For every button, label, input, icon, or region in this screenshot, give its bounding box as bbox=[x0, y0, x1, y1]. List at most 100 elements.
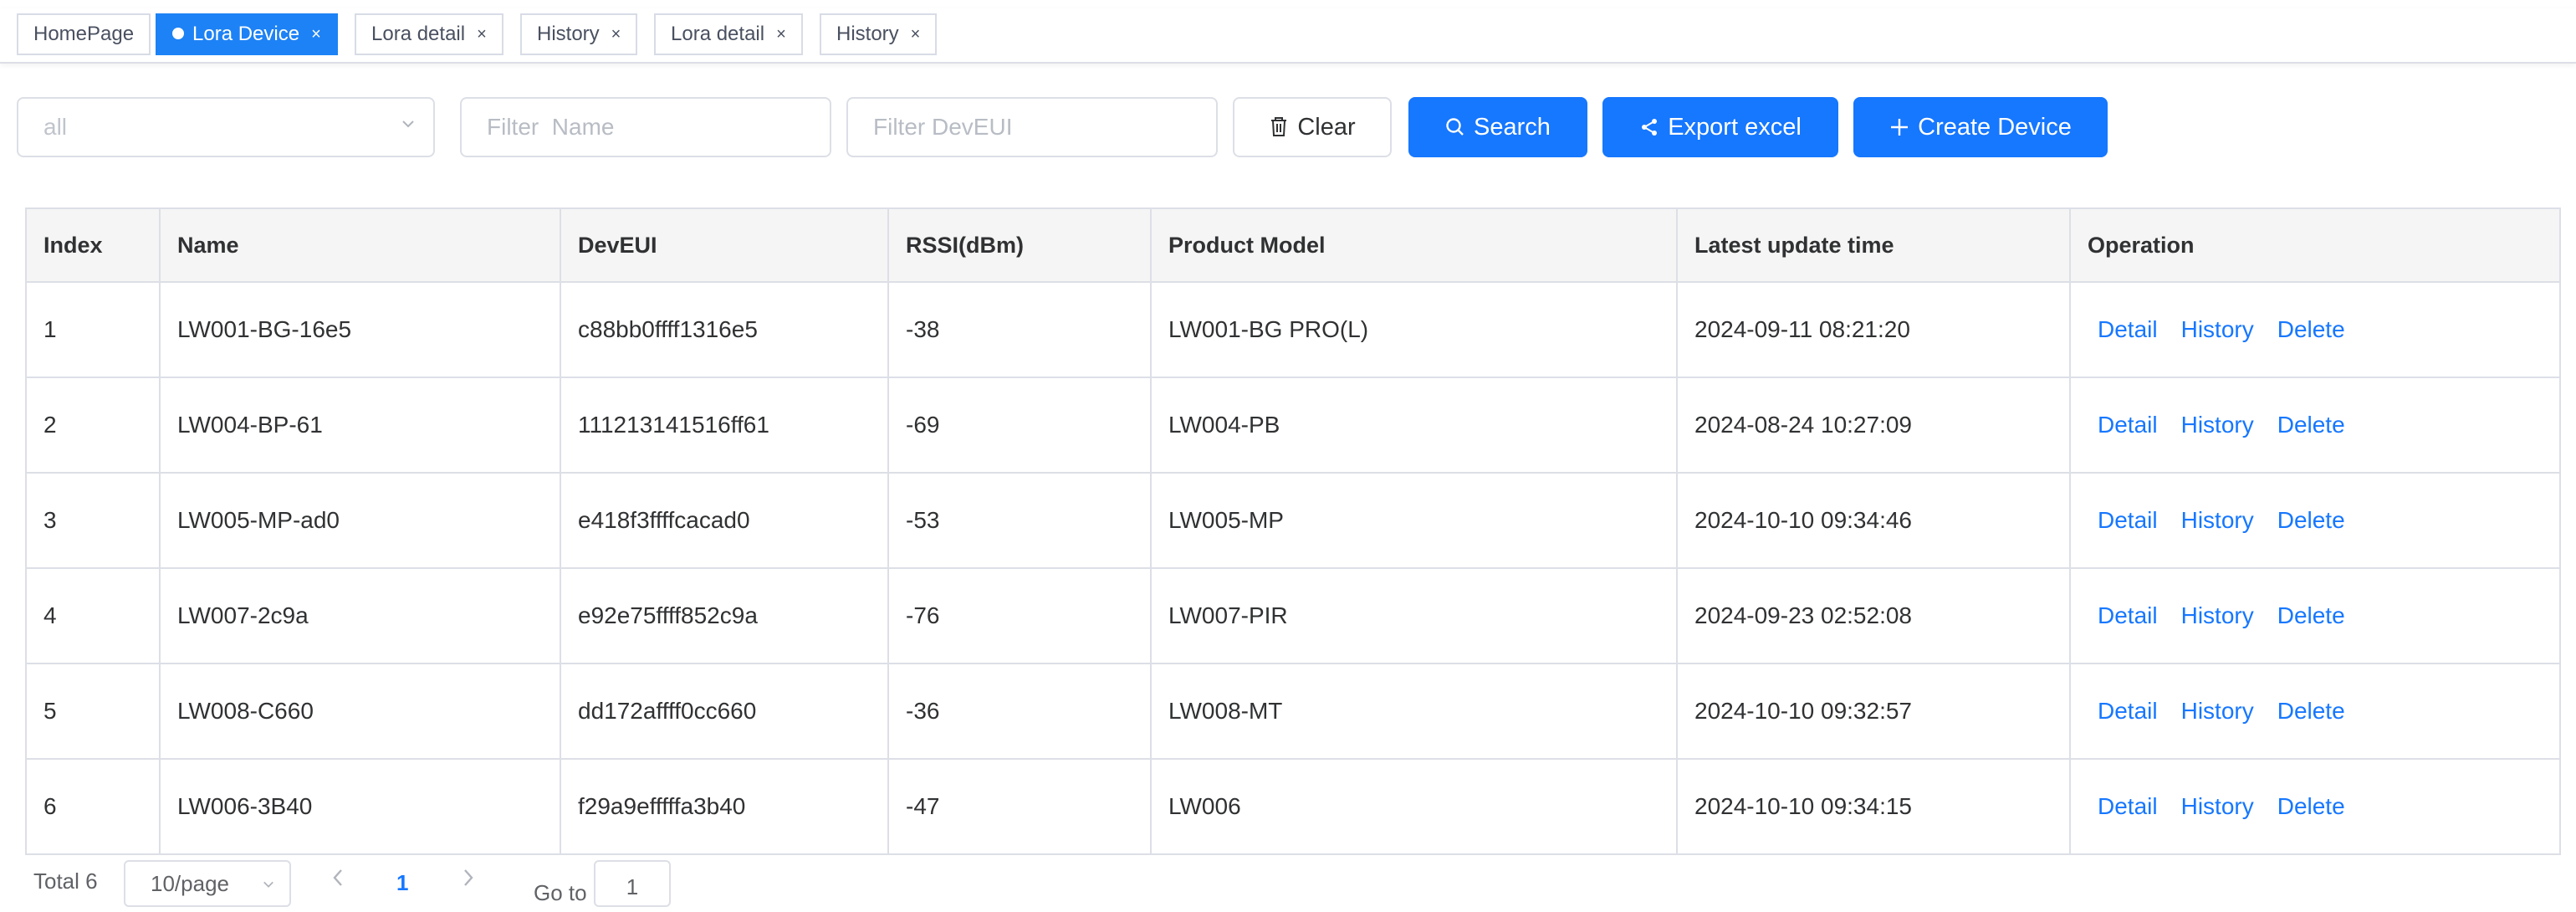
tab-lora-detail[interactable]: Lora detail × bbox=[355, 13, 503, 55]
tab-label: Lora detail bbox=[371, 23, 466, 45]
index-cell: 1 bbox=[27, 283, 161, 377]
detail-link[interactable]: Detail bbox=[2098, 698, 2158, 725]
close-icon[interactable]: × bbox=[311, 15, 321, 54]
updated-cell: 2024-09-11 08:21:20 bbox=[1678, 283, 2071, 377]
share-icon bbox=[1642, 119, 1658, 136]
deveui-filter-input[interactable] bbox=[873, 100, 1191, 154]
detail-link[interactable]: Detail bbox=[2098, 793, 2158, 820]
model-cell: LW001-BG PRO(L) bbox=[1152, 283, 1678, 377]
column-header[interactable]: Latest update time bbox=[1678, 209, 2071, 281]
name-filter-input[interactable] bbox=[487, 100, 805, 154]
table-row: 1 LW001-BG-16e5 c88bb0ffff1316e5 -38 LW0… bbox=[27, 283, 2559, 378]
chevron-left-icon bbox=[333, 869, 342, 886]
create-label: Create Device bbox=[1918, 114, 2072, 141]
name-cell: LW008-C660 bbox=[161, 664, 561, 758]
search-label: Search bbox=[1474, 114, 1551, 141]
operation-cell: Detail History Delete bbox=[2071, 474, 2559, 567]
column-header[interactable]: Name bbox=[161, 209, 561, 281]
tab-label: History bbox=[836, 23, 899, 45]
operation-cell: Detail History Delete bbox=[2071, 378, 2559, 472]
updated-cell: 2024-10-10 09:32:57 bbox=[1678, 664, 2071, 758]
tab-label: Lora detail bbox=[671, 23, 765, 45]
tab-history[interactable]: History × bbox=[520, 13, 638, 55]
table-row: 2 LW004-BP-61 111213141516ff61 -69 LW004… bbox=[27, 378, 2559, 474]
history-link[interactable]: History bbox=[2181, 316, 2254, 343]
model-cell: LW005-MP bbox=[1152, 474, 1678, 567]
index-cell: 4 bbox=[27, 569, 161, 663]
updated-cell: 2024-10-10 09:34:15 bbox=[1678, 760, 2071, 853]
page-number-current[interactable]: 1 bbox=[396, 870, 408, 896]
tags-view-bar: HomePage Lora Device × Lora detail × Histo… bbox=[0, 8, 2576, 64]
model-cell: LW008-MT bbox=[1152, 664, 1678, 758]
page-size-select[interactable]: 10/page bbox=[124, 860, 291, 907]
operation-cell: Detail History Delete bbox=[2071, 283, 2559, 377]
delete-link[interactable]: Delete bbox=[2277, 602, 2345, 629]
rssi-cell: -53 bbox=[889, 474, 1152, 567]
column-header[interactable]: RSSI(dBm) bbox=[889, 209, 1152, 281]
create-device-button[interactable]: Create Device bbox=[1853, 97, 2108, 157]
column-header: Operation bbox=[2088, 232, 2195, 258]
rssi-cell: -47 bbox=[889, 760, 1152, 853]
rssi-cell: -36 bbox=[889, 664, 1152, 758]
close-icon[interactable]: × bbox=[477, 15, 487, 54]
detail-link[interactable]: Detail bbox=[2098, 412, 2158, 438]
type-select[interactable]: all bbox=[17, 97, 435, 157]
name-cell: LW001-BG-16e5 bbox=[161, 283, 561, 377]
deveui-cell: c88bb0ffff1316e5 bbox=[561, 283, 889, 377]
tab-label: History bbox=[537, 23, 600, 45]
tab-homepage[interactable]: HomePage bbox=[17, 13, 151, 55]
delete-link[interactable]: Delete bbox=[2277, 507, 2345, 534]
deveui-filter-field[interactable] bbox=[846, 97, 1218, 157]
clear-button[interactable]: Clear bbox=[1233, 97, 1392, 157]
history-link[interactable]: History bbox=[2181, 793, 2254, 820]
tab-label: Lora Device bbox=[192, 23, 300, 45]
active-dot-icon bbox=[172, 28, 184, 39]
detail-link[interactable]: Detail bbox=[2098, 316, 2158, 343]
operation-cell: Detail History Delete bbox=[2071, 760, 2559, 853]
name-cell: LW006-3B40 bbox=[161, 760, 561, 853]
history-link[interactable]: History bbox=[2181, 412, 2254, 438]
close-icon[interactable]: × bbox=[611, 15, 621, 54]
model-cell: LW007-PIR bbox=[1152, 569, 1678, 663]
model-cell: LW006 bbox=[1152, 760, 1678, 853]
tab-lora-detail-2[interactable]: Lora detail × bbox=[654, 13, 803, 55]
prev-page-button[interactable] bbox=[331, 867, 345, 894]
history-link[interactable]: History bbox=[2181, 602, 2254, 629]
delete-link[interactable]: Delete bbox=[2277, 793, 2345, 820]
search-button[interactable]: Search bbox=[1408, 97, 1587, 157]
goto-page-input[interactable]: 1 bbox=[594, 860, 671, 907]
deveui-cell: e418f3ffffcacad0 bbox=[561, 474, 889, 567]
detail-link[interactable]: Detail bbox=[2098, 507, 2158, 534]
rssi-cell: -38 bbox=[889, 283, 1152, 377]
tab-history-2[interactable]: History × bbox=[820, 13, 938, 55]
column-header[interactable]: Index bbox=[27, 209, 161, 281]
deveui-cell: 111213141516ff61 bbox=[561, 378, 889, 472]
tab-label: HomePage bbox=[33, 23, 135, 45]
table-row: 6 LW006-3B40 f29a9efffffa3b40 -47 LW006 … bbox=[27, 760, 2559, 855]
name-cell: LW007-2c9a bbox=[161, 569, 561, 663]
type-select-value: all bbox=[43, 114, 68, 140]
delete-link[interactable]: Delete bbox=[2277, 316, 2345, 343]
name-filter-field[interactable] bbox=[460, 97, 831, 157]
history-link[interactable]: History bbox=[2181, 698, 2254, 725]
detail-link[interactable]: Detail bbox=[2098, 602, 2158, 629]
delete-link[interactable]: Delete bbox=[2277, 698, 2345, 725]
close-icon[interactable]: × bbox=[911, 15, 921, 54]
export-excel-button[interactable]: Export excel bbox=[1602, 97, 1838, 157]
close-icon[interactable]: × bbox=[776, 15, 786, 54]
operation-cell: Detail History Delete bbox=[2071, 664, 2559, 758]
next-page-button[interactable] bbox=[462, 867, 475, 894]
deveui-cell: f29a9efffffa3b40 bbox=[561, 760, 889, 853]
search-icon bbox=[1446, 118, 1464, 136]
rssi-cell: -69 bbox=[889, 378, 1152, 472]
plus-icon bbox=[1891, 119, 1909, 136]
delete-link[interactable]: Delete bbox=[2277, 412, 2345, 438]
column-header[interactable]: DevEUI bbox=[561, 209, 889, 281]
device-table: Index Name DevEUI RSSI(dBm) Product Mode… bbox=[25, 208, 2561, 855]
table-header-row: Index Name DevEUI RSSI(dBm) Product Mode… bbox=[27, 209, 2559, 283]
history-link[interactable]: History bbox=[2181, 507, 2254, 534]
tab-lora-device[interactable]: Lora Device × bbox=[156, 13, 338, 55]
table-row: 5 LW008-C660 dd172affff0cc660 -36 LW008-… bbox=[27, 664, 2559, 760]
chevron-down-icon bbox=[402, 120, 414, 128]
column-header[interactable]: Product Model bbox=[1152, 209, 1678, 281]
